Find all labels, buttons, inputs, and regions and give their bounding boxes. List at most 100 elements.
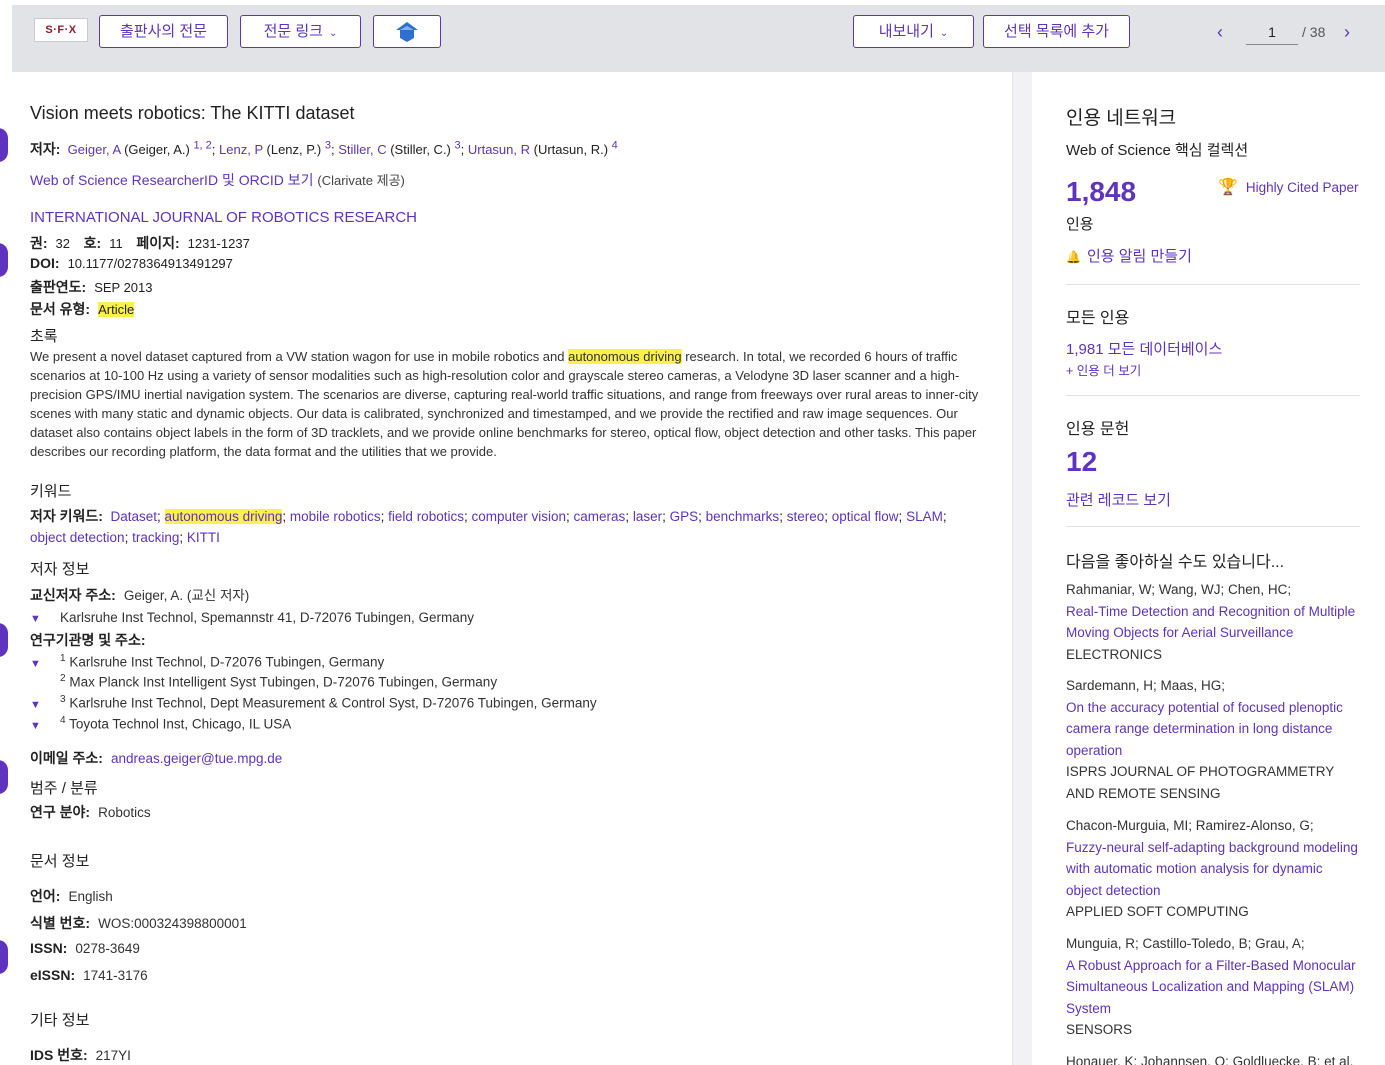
author-affil-sup[interactable]: 3: [455, 140, 461, 152]
edge-marker: [0, 623, 8, 657]
rec-journal: SENSORS: [1066, 1022, 1133, 1037]
page-total: / 38: [1302, 24, 1326, 40]
library-button[interactable]: [373, 15, 441, 48]
affiliation-text: Karlsruhe Inst Technol, Dept Measurement…: [69, 695, 597, 711]
keyword-link[interactable]: computer vision: [471, 509, 566, 524]
create-citation-alert[interactable]: 🔔 인용 알림 만들기: [1066, 245, 1192, 266]
accession-label: 식별 번호:: [30, 915, 91, 931]
keyword-link[interactable]: KITTI: [187, 530, 220, 545]
affiliation-text: Max Planck Inst Intelligent Syst Tubinge…: [69, 674, 498, 690]
page-number-input[interactable]: [1246, 19, 1298, 45]
doctype-row: 문서 유형: Article: [30, 299, 135, 319]
button-label: 내보내기: [878, 23, 934, 40]
author-link[interactable]: Geiger, A: [68, 142, 121, 157]
cited-references-count[interactable]: 12: [1066, 446, 1097, 478]
button-label: 선택 목록에 추가: [1004, 23, 1109, 40]
keyword-link[interactable]: laser: [633, 509, 662, 524]
doi-row: DOI: 10.1177/0278364913491297: [30, 255, 233, 271]
rec-title-link[interactable]: Real-Time Detection and Recognition of M…: [1066, 601, 1360, 644]
keyword-link[interactable]: autonomous driving: [164, 509, 283, 524]
journal-link[interactable]: INTERNATIONAL JOURNAL OF ROBOTICS RESEAR…: [30, 209, 417, 226]
citation-count[interactable]: 1,848: [1066, 176, 1136, 208]
bell-icon: 🔔: [1066, 250, 1081, 264]
keyword-link[interactable]: object detection: [30, 530, 125, 545]
affiliations-label-row: 연구기관명 및 주소:: [30, 630, 153, 650]
abstract-part: research. In total, we recorded 6 hours …: [30, 349, 979, 459]
button-label: 출판사의 전문: [120, 23, 207, 40]
keyword-link[interactable]: field robotics: [388, 509, 464, 524]
export-button[interactable]: 내보내기 ⌄: [853, 15, 974, 48]
fulltext-links-button[interactable]: 전문 링크 ⌄: [240, 15, 361, 48]
rec-title-link[interactable]: A Robust Approach for a Filter-Based Mon…: [1066, 955, 1360, 1020]
volume-label: 권:: [30, 235, 48, 251]
author-fullname: (Lenz, P.): [266, 142, 322, 157]
edge-marker: [0, 128, 8, 162]
highly-cited-badge[interactable]: 🏆 Highly Cited Paper: [1218, 177, 1358, 197]
affiliation-item: 2 Max Planck Inst Intelligent Syst Tubin…: [30, 673, 497, 690]
divider: [1066, 395, 1360, 396]
keyword-link[interactable]: SLAM: [906, 509, 943, 524]
keyword-link[interactable]: optical flow: [832, 509, 899, 524]
authors-label: 저자:: [30, 141, 61, 157]
address-text: Karlsruhe Inst Technol, Spemannstr 41, D…: [60, 610, 474, 625]
abstract-highlight: autonomous driving: [568, 349, 682, 364]
author-affil-sup[interactable]: 4: [612, 140, 618, 152]
keyword-link[interactable]: GPS: [670, 509, 699, 524]
volume-value: 32: [55, 236, 71, 251]
pubdate-row: 출판연도: SEP 2013: [30, 277, 153, 297]
pages-value: 1231-1237: [187, 236, 250, 251]
related-records-link[interactable]: 관련 레코드 보기: [1066, 489, 1171, 510]
issue-label: 호:: [83, 235, 102, 251]
recommendation-item: Munguia, R; Castillo-Toledo, B; Grau, A;…: [1066, 933, 1360, 1041]
ids-row: IDS 번호: 217YI: [30, 1045, 131, 1065]
ids-value: 217YI: [95, 1048, 131, 1063]
affiliation-text: Toyota Technol Inst, Chicago, IL USA: [69, 716, 292, 732]
keyword-link[interactable]: cameras: [574, 509, 626, 524]
rec-authors: Chacon-Murguia, MI; Ramirez-Alonso, G;: [1066, 818, 1314, 833]
keyword-link[interactable]: tracking: [132, 530, 179, 545]
affiliation-number: 2: [60, 673, 66, 684]
corresponding-value: Geiger, A. (교신 저자): [123, 588, 250, 603]
more-citations-link[interactable]: + 인용 더 보기: [1066, 360, 1141, 379]
affiliation-number: 4: [60, 715, 66, 726]
author-affil-sup[interactable]: 3: [325, 140, 331, 152]
publisher-fulltext-button[interactable]: 출판사의 전문: [99, 15, 228, 48]
doi-value: 10.1177/0278364913491297: [67, 256, 233, 271]
keyword-link[interactable]: stereo: [787, 509, 825, 524]
edge-marker: [0, 243, 8, 277]
triangle-down-icon[interactable]: ▼: [30, 720, 60, 732]
previous-page-icon[interactable]: ‹: [1217, 22, 1223, 43]
triangle-down-icon[interactable]: ▼: [30, 658, 60, 670]
author-link[interactable]: Lenz, P: [219, 142, 263, 157]
email-row: 이메일 주소: andreas.geiger@tue.mpg.de: [30, 748, 282, 768]
researcher-id-link[interactable]: Web of Science ResearcherID 및 ORCID 보기: [30, 172, 313, 188]
author-link[interactable]: Stiller, C: [338, 142, 386, 157]
author-affil-sup[interactable]: 1, 2: [193, 140, 211, 152]
triangle-down-icon[interactable]: ▼: [30, 699, 60, 711]
keyword-link[interactable]: mobile robotics: [290, 509, 381, 524]
next-page-icon[interactable]: ›: [1344, 22, 1350, 43]
all-databases-link[interactable]: 1,981 모든 데이터베이스: [1066, 338, 1222, 359]
add-to-marked-list-button[interactable]: 선택 목록에 추가: [983, 15, 1130, 48]
rec-title-link[interactable]: Fuzzy-neural self-adapting background mo…: [1066, 837, 1360, 902]
rec-title-link[interactable]: On the accuracy potential of focused ple…: [1066, 697, 1360, 762]
language-value: English: [68, 889, 113, 904]
core-collection-label: Web of Science 핵심 컬렉션: [1066, 142, 1249, 159]
affiliation-number: 1: [60, 653, 66, 664]
triangle-down-icon[interactable]: ▼: [30, 613, 60, 625]
author-link[interactable]: Urtasun, R: [468, 142, 530, 157]
all-citations-heading: 모든 인용: [1066, 310, 1130, 327]
corresponding-label: 교신저자 주소:: [30, 587, 116, 603]
email-link[interactable]: andreas.geiger@tue.mpg.de: [111, 751, 282, 766]
keyword-link[interactable]: Dataset: [110, 509, 157, 524]
recommendation-item: Sardemann, H; Maas, HG; On the accuracy …: [1066, 675, 1360, 804]
rec-journal: ISPRS JOURNAL OF PHOTOGRAMMETRY AND REMO…: [1066, 764, 1335, 801]
volume-issue-pages: 권: 32 호: 11 페이지: 1231-1237: [30, 233, 250, 253]
keyword-link[interactable]: benchmarks: [706, 509, 780, 524]
author-keywords: 저자 키워드: Dataset; autonomous driving; mob…: [30, 508, 947, 545]
library-shield-icon: [396, 22, 418, 42]
pubdate-label: 출판연도:: [30, 279, 87, 295]
sfx-logo[interactable]: S·F·X: [34, 18, 88, 42]
abstract-text: We present a novel dataset captured from…: [30, 347, 985, 461]
corresponding-author-row: 교신저자 주소: Geiger, A. (교신 저자): [30, 584, 249, 605]
